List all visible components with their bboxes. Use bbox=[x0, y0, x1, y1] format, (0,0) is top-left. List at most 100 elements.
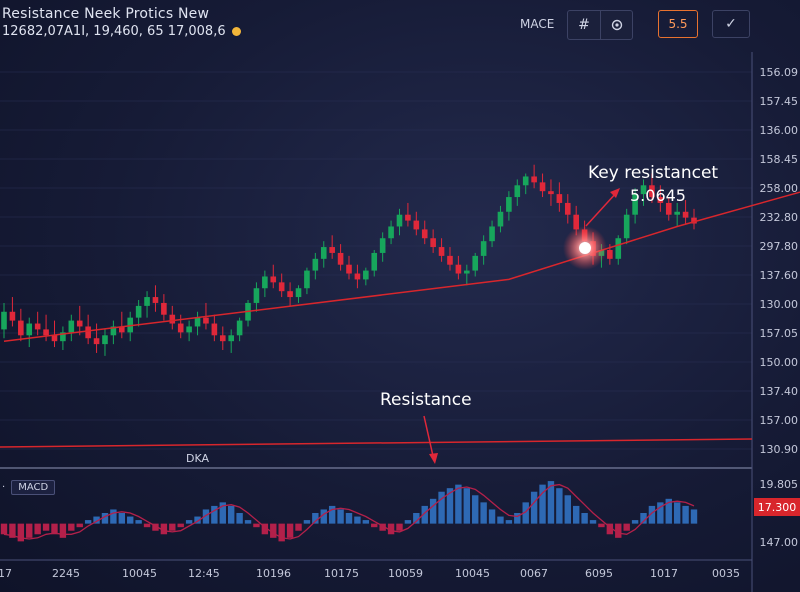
candle-bear[interactable] bbox=[413, 220, 420, 230]
x-axis-label: 10175 bbox=[324, 567, 359, 580]
candle-bull[interactable] bbox=[674, 211, 680, 215]
candle-bear[interactable] bbox=[329, 247, 335, 253]
candle-bear[interactable] bbox=[203, 317, 209, 324]
candle-bear[interactable] bbox=[51, 335, 58, 342]
candle-bull[interactable] bbox=[144, 297, 150, 306]
candle-bear[interactable] bbox=[607, 250, 613, 259]
candle-bear[interactable] bbox=[219, 335, 226, 342]
candle-bear[interactable] bbox=[337, 252, 344, 265]
macd-bar bbox=[556, 488, 563, 524]
macd-bar bbox=[211, 505, 218, 524]
y-axis-label: 157.00 bbox=[759, 414, 799, 427]
candle-bear[interactable] bbox=[405, 214, 411, 221]
y-axis-label: 232.80 bbox=[759, 211, 799, 224]
candle-bull[interactable] bbox=[497, 211, 504, 227]
y-axis-label: 157.45 bbox=[759, 95, 799, 108]
highlight-point[interactable] bbox=[579, 242, 591, 254]
candle-bear[interactable] bbox=[93, 338, 100, 345]
candle-bear[interactable] bbox=[354, 273, 361, 280]
candle-bear[interactable] bbox=[278, 282, 285, 292]
x-axis-label: 0067 bbox=[520, 567, 548, 580]
candle-bull[interactable] bbox=[1, 311, 7, 330]
candle-bear[interactable] bbox=[161, 302, 167, 315]
candle-bear[interactable] bbox=[85, 326, 91, 339]
macd-bar bbox=[598, 523, 605, 528]
macd-bar bbox=[177, 523, 184, 528]
macd-bar bbox=[480, 502, 487, 524]
candle-bull[interactable] bbox=[506, 197, 512, 212]
candle-bear[interactable] bbox=[421, 229, 428, 239]
candle-bear[interactable] bbox=[34, 323, 41, 330]
candle-bear[interactable] bbox=[556, 194, 563, 203]
price-chart[interactable] bbox=[0, 0, 800, 592]
candle-bull[interactable] bbox=[186, 326, 192, 333]
y-axis-label: 130.90 bbox=[759, 443, 799, 456]
candle-bull[interactable] bbox=[363, 270, 369, 280]
x-axis-label: 12:45 bbox=[188, 567, 220, 580]
candle-bear[interactable] bbox=[564, 202, 571, 215]
candle-bull[interactable] bbox=[623, 214, 630, 239]
candle-bear[interactable] bbox=[211, 323, 218, 336]
candle-bull[interactable] bbox=[489, 226, 495, 242]
macd-bar bbox=[185, 520, 193, 524]
macd-bar bbox=[303, 520, 311, 524]
candle-bear[interactable] bbox=[18, 320, 24, 336]
candle-bull[interactable] bbox=[379, 238, 386, 253]
candle-bear[interactable] bbox=[430, 238, 436, 248]
candle-bull[interactable] bbox=[320, 247, 327, 259]
candle-bull[interactable] bbox=[514, 185, 521, 198]
macd-bar bbox=[354, 516, 361, 524]
candle-bear[interactable] bbox=[152, 297, 159, 303]
candle-bull[interactable] bbox=[371, 252, 378, 271]
candle-bull[interactable] bbox=[396, 214, 403, 227]
candle-bear[interactable] bbox=[539, 182, 546, 192]
candle-bear[interactable] bbox=[548, 191, 554, 195]
candle-bear[interactable] bbox=[447, 255, 453, 265]
macd-bar bbox=[362, 520, 370, 524]
macd-bar bbox=[286, 523, 294, 538]
candle-bear[interactable] bbox=[531, 176, 537, 183]
candle-bull[interactable] bbox=[68, 320, 75, 333]
candle-bear[interactable] bbox=[9, 311, 16, 321]
macd-bar bbox=[564, 495, 571, 524]
candle-bull[interactable] bbox=[26, 323, 33, 336]
candle-bull[interactable] bbox=[228, 335, 234, 342]
candle-bear[interactable] bbox=[270, 276, 277, 283]
candle-bull[interactable] bbox=[135, 305, 142, 318]
candle-bull[interactable] bbox=[304, 270, 310, 289]
candle-bull[interactable] bbox=[312, 258, 319, 271]
candle-bear[interactable] bbox=[455, 264, 462, 274]
macd-bar bbox=[84, 520, 92, 524]
macd-bar bbox=[59, 523, 67, 538]
macd-bar bbox=[345, 513, 353, 524]
y-axis-label: 297.80 bbox=[759, 240, 799, 253]
candle-bull[interactable] bbox=[262, 276, 268, 289]
candle-bull[interactable] bbox=[464, 270, 470, 274]
candle-bull[interactable] bbox=[194, 317, 201, 327]
macd-bar bbox=[127, 516, 134, 524]
macd-bar bbox=[505, 520, 513, 524]
macd-bar bbox=[236, 513, 243, 524]
candle-bull[interactable] bbox=[615, 238, 622, 259]
macd-bar bbox=[110, 509, 117, 524]
candle-bull[interactable] bbox=[102, 335, 108, 345]
candle-bull[interactable] bbox=[236, 320, 243, 336]
candle-bull[interactable] bbox=[253, 288, 260, 303]
candle-bear[interactable] bbox=[682, 211, 689, 218]
macd-bar bbox=[244, 520, 252, 524]
candle-bear[interactable] bbox=[177, 323, 184, 333]
candle-bull[interactable] bbox=[480, 241, 487, 256]
macd-bar bbox=[429, 498, 437, 524]
candle-bear[interactable] bbox=[76, 320, 83, 327]
macd-bar bbox=[589, 520, 597, 524]
candle-bull[interactable] bbox=[295, 288, 302, 298]
candle-bull[interactable] bbox=[472, 255, 479, 271]
candle-bull[interactable] bbox=[388, 226, 394, 239]
macd-bar bbox=[404, 520, 412, 524]
candle-bear[interactable] bbox=[346, 264, 352, 274]
candle-bear[interactable] bbox=[287, 291, 293, 298]
candle-bear[interactable] bbox=[169, 314, 176, 324]
candle-bear[interactable] bbox=[438, 247, 445, 256]
candle-bull[interactable] bbox=[522, 176, 529, 186]
candle-bear[interactable] bbox=[43, 329, 49, 336]
